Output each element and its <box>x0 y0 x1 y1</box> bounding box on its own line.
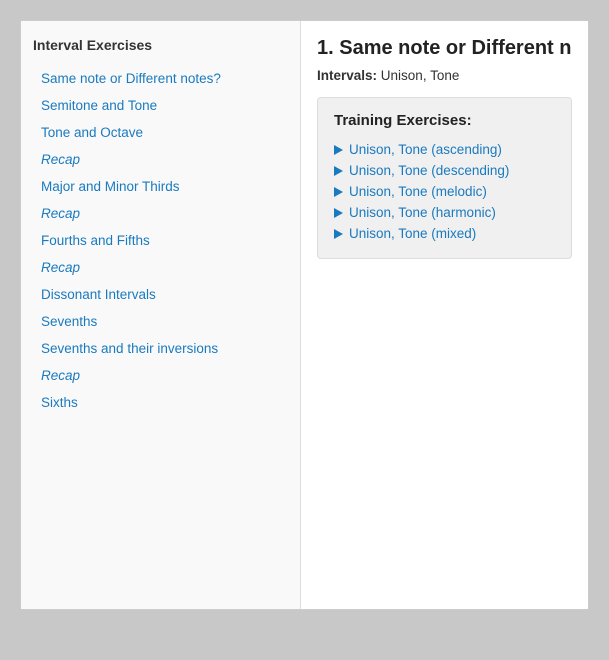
play-icon <box>334 187 343 197</box>
sidebar-item-major-minor-thirds[interactable]: Major and Minor Thirds <box>33 173 288 200</box>
training-list: Unison, Tone (ascending) Unison, Tone (d… <box>334 139 555 244</box>
play-icon <box>334 166 343 176</box>
sidebar-item-fourths-fifths[interactable]: Fourths and Fifths <box>33 227 288 254</box>
sidebar-title: Interval Exercises <box>33 37 288 53</box>
list-item: Unison, Tone (harmonic) <box>334 202 555 223</box>
main-content: 1. Same note or Different not Intervals:… <box>301 21 588 609</box>
sidebar-item-same-note[interactable]: Same note or Different notes? <box>33 65 288 92</box>
play-icon <box>334 145 343 155</box>
sidebar-item-semitone-tone[interactable]: Semitone and Tone <box>33 92 288 119</box>
training-link-0[interactable]: Unison, Tone (ascending) <box>349 142 502 157</box>
training-title: Training Exercises: <box>334 112 555 129</box>
sidebar-item-sixths[interactable]: Sixths <box>33 389 288 416</box>
list-item: Unison, Tone (ascending) <box>334 139 555 160</box>
list-item: Unison, Tone (mixed) <box>334 223 555 244</box>
sidebar-item-recap-3[interactable]: Recap <box>33 254 288 281</box>
sidebar-item-sevenths-inv[interactable]: Sevenths and their inversions <box>33 335 288 362</box>
training-link-1[interactable]: Unison, Tone (descending) <box>349 163 509 178</box>
intervals-key: Intervals: <box>317 68 377 83</box>
sidebar-item-recap-2[interactable]: Recap <box>33 200 288 227</box>
training-link-4[interactable]: Unison, Tone (mixed) <box>349 226 476 241</box>
intervals-value: Unison, Tone <box>381 68 460 83</box>
intervals-label: Intervals: Unison, Tone <box>317 68 572 83</box>
training-box: Training Exercises: Unison, Tone (ascend… <box>317 97 572 259</box>
training-link-3[interactable]: Unison, Tone (harmonic) <box>349 205 496 220</box>
sidebar-item-dissonant[interactable]: Dissonant Intervals <box>33 281 288 308</box>
sidebar-item-recap-4[interactable]: Recap <box>33 362 288 389</box>
play-icon <box>334 229 343 239</box>
sidebar: Interval Exercises Same note or Differen… <box>21 21 301 609</box>
play-icon <box>334 208 343 218</box>
sidebar-item-tone-octave[interactable]: Tone and Octave <box>33 119 288 146</box>
page-title: 1. Same note or Different not <box>317 37 572 60</box>
list-item: Unison, Tone (descending) <box>334 160 555 181</box>
sidebar-item-sevenths[interactable]: Sevenths <box>33 308 288 335</box>
list-item: Unison, Tone (melodic) <box>334 181 555 202</box>
sidebar-item-recap-1[interactable]: Recap <box>33 146 288 173</box>
training-link-2[interactable]: Unison, Tone (melodic) <box>349 184 487 199</box>
